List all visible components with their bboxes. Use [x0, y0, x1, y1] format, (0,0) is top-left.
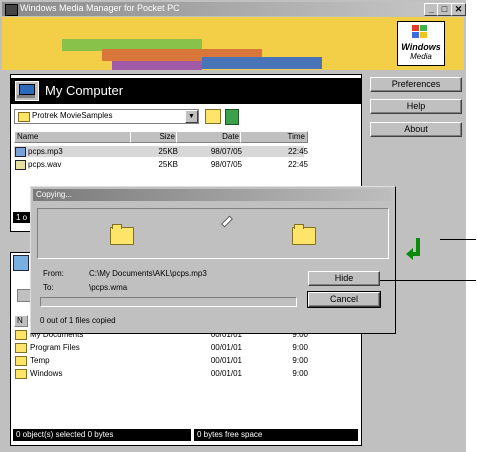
- folder-combo[interactable]: Protrek MovieSamples ▼: [14, 109, 199, 124]
- copy-status: 0 out of 1 files copied: [40, 316, 116, 325]
- new-folder-icon[interactable]: [225, 109, 239, 125]
- cancel-button[interactable]: Cancel: [307, 291, 381, 308]
- banner: Windows Media: [2, 17, 464, 70]
- green-arrow-icon[interactable]: [398, 230, 438, 268]
- column-header-name[interactable]: N: [14, 315, 28, 327]
- close-button[interactable]: ✕: [451, 3, 466, 16]
- folder-date: 00/01/01: [210, 369, 242, 378]
- from-value: C:\My Documents\AKL\pcps.mp3: [89, 269, 207, 278]
- device-folder-icon[interactable]: [17, 289, 31, 302]
- windows-media-logo: Windows Media: [397, 21, 445, 66]
- hide-button[interactable]: Hide: [308, 271, 380, 286]
- folder-combo-value: Protrek MovieSamples: [32, 111, 113, 120]
- folder-time: 9:00: [292, 343, 308, 352]
- file-name: pcps.mp3: [28, 147, 63, 156]
- file-size: 25KB: [158, 147, 178, 156]
- file-date: 98/07/05: [210, 147, 242, 156]
- folder-name: Temp: [30, 356, 50, 365]
- main-window: Windows Media Manager for Pocket PC _ □ …: [0, 0, 466, 452]
- app-icon: [5, 4, 18, 16]
- folder-icon: [15, 343, 27, 353]
- column-header-time[interactable]: Time: [240, 131, 308, 143]
- folder-icon: [18, 112, 30, 122]
- file-name: pcps.wav: [28, 160, 62, 169]
- file-row[interactable]: pcps.wav 25KB 98/07/05 22:45: [14, 159, 308, 170]
- folder-icon: [15, 369, 27, 379]
- from-label: From:: [43, 269, 64, 278]
- banner-stripe: [202, 57, 322, 69]
- folder-row[interactable]: Temp 00/01/01 9:00: [14, 355, 314, 366]
- preferences-button[interactable]: Preferences: [370, 77, 462, 92]
- window-title: Windows Media Manager for Pocket PC: [20, 3, 180, 13]
- callout-line: [380, 280, 476, 281]
- callout-line: [440, 239, 476, 240]
- to-value: \pcps.wma: [89, 283, 128, 292]
- file-date: 98/07/05: [210, 160, 242, 169]
- file-time: 22:45: [287, 160, 308, 169]
- wave-file-icon: [15, 160, 26, 170]
- folder-date: 00/01/01: [210, 356, 242, 365]
- logo-text: Windows: [401, 42, 441, 52]
- folder-icon: [15, 356, 27, 366]
- status-bar-right: 0 bytes free space: [194, 429, 358, 441]
- column-header-name[interactable]: Name: [14, 131, 132, 143]
- folder-row[interactable]: Program Files 00/01/01 9:00: [14, 342, 314, 353]
- folder-name: Program Files: [30, 343, 80, 352]
- column-header-date[interactable]: Date: [176, 131, 242, 143]
- copying-dialog: Copying... From: C:\My Documents\AKL\pcp…: [30, 186, 396, 334]
- maximize-button[interactable]: □: [437, 3, 452, 16]
- destination-folder-icon: [292, 224, 316, 245]
- flying-page-icon: [220, 215, 234, 228]
- folder-date: 00/01/01: [210, 343, 242, 352]
- my-computer-header: My Computer: [11, 78, 361, 104]
- to-label: To:: [43, 283, 54, 292]
- file-time: 22:45: [287, 147, 308, 156]
- source-folder-icon: [110, 224, 134, 245]
- about-button[interactable]: About: [370, 122, 462, 137]
- folder-time: 9:00: [292, 369, 308, 378]
- device-icon: [13, 255, 29, 271]
- status-bar-left: 0 object(s) selected 0 bytes: [13, 429, 191, 441]
- column-header-size[interactable]: Size: [130, 131, 178, 143]
- dialog-title-bar[interactable]: Copying...: [33, 189, 391, 201]
- folder-time: 9:00: [292, 356, 308, 365]
- chevron-down-icon[interactable]: ▼: [185, 110, 198, 123]
- up-folder-icon[interactable]: [205, 109, 221, 124]
- folder-row[interactable]: Windows 00/01/01 9:00: [14, 368, 314, 379]
- dialog-title: Copying...: [36, 190, 73, 199]
- logo-subtext: Media: [410, 52, 432, 61]
- file-row[interactable]: pcps.mp3 25KB 98/07/05 22:45: [14, 146, 308, 157]
- help-button[interactable]: Help: [370, 99, 462, 114]
- computer-icon: [15, 81, 39, 101]
- folder-name: Windows: [30, 369, 63, 378]
- animation-area: [37, 208, 389, 259]
- folder-icon: [15, 330, 27, 340]
- my-computer-title: My Computer: [45, 83, 124, 98]
- banner-stripe: [112, 61, 202, 70]
- audio-file-icon: [15, 147, 26, 157]
- progress-bar: [40, 297, 297, 307]
- transfer-arrow-panel: [398, 230, 438, 268]
- title-bar[interactable]: Windows Media Manager for Pocket PC _ □ …: [2, 2, 466, 16]
- file-size: 25KB: [158, 160, 178, 169]
